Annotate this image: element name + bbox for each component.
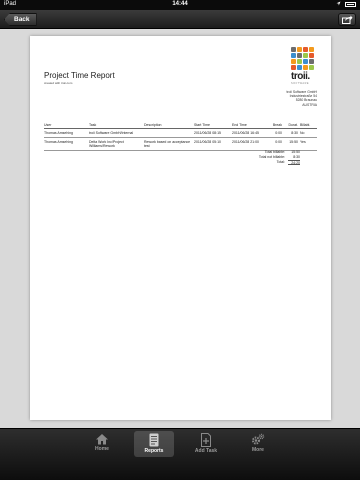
cell-user: Thomas Amsehing [44, 137, 89, 151]
report-subtitle: created with troii.com [44, 81, 73, 85]
logo-tile [291, 65, 296, 70]
cell-break: 0:00 [270, 137, 284, 151]
report-title: Project Time Report [44, 71, 115, 80]
grand-total-row: Total: 24:20 [240, 160, 300, 165]
cell-task: Delta Work Inc/Project Williams/Rework [89, 137, 144, 151]
cell-description [144, 128, 194, 138]
company-logo: troii. SOFTWARE [291, 47, 315, 85]
cell-task: troii Software GmbH/Internal [89, 128, 144, 138]
cell-description: Rework based on acceptance test [144, 137, 194, 151]
cell-break: 0:00 [270, 128, 284, 138]
cell-user: Thomas Amsehing [44, 128, 89, 138]
logo-tile [297, 59, 302, 64]
cell-billable: Yes [300, 137, 317, 151]
status-icons [336, 1, 356, 8]
clock: 14:44 [172, 1, 188, 7]
share-icon [342, 15, 353, 24]
cell-billable: No [300, 128, 317, 138]
logo-tile [309, 59, 314, 64]
cell-start: 2011/06/28 08:15 [194, 128, 232, 138]
tab-label: More [252, 447, 264, 453]
cell-start: 2011/06/28 05:10 [194, 137, 232, 151]
total-label: Total: [276, 160, 285, 164]
tab-label: Add Task [194, 448, 218, 454]
table-row: Thomas Amsehing troii Software GmbH/Inte… [44, 128, 317, 138]
cell-end: 2011/06/28 16:45 [232, 128, 270, 138]
logo-tile [291, 53, 296, 58]
tab-add-task[interactable]: Add Task [186, 431, 226, 457]
tab-reports[interactable]: Reports [134, 431, 174, 457]
table-row: Thomas Amsehing Delta Work Inc/Project W… [44, 137, 317, 151]
total-value: 24:20 [288, 160, 300, 165]
cell-end: 2011/06/28 21:00 [232, 137, 270, 151]
tab-home[interactable]: Home [82, 431, 122, 457]
logo-tile [297, 53, 302, 58]
home-icon [96, 434, 108, 445]
logo-tile [309, 65, 314, 70]
totals-block: Total billable: 15:50 Total not billable… [240, 150, 300, 165]
tab-bar: Home Reports Add Task More [0, 428, 360, 480]
logo-mosaic [291, 47, 315, 70]
share-button[interactable] [338, 13, 356, 26]
logo-tagline: SOFTWARE [291, 82, 310, 85]
navigation-bar: Back [0, 10, 360, 29]
report-page: Project Time Report created with troii.c… [30, 36, 331, 436]
logo-text: troii. [291, 71, 310, 82]
time-report-table: User Task Description Start Time End Tim… [44, 122, 317, 151]
cell-duration: 8:30 [284, 128, 300, 138]
address-line: AUSTRIA [302, 102, 317, 107]
reports-icon [149, 433, 159, 447]
logo-tile [303, 53, 308, 58]
logo-tile [297, 65, 302, 70]
status-bar: iPad 14:44 [0, 0, 360, 10]
gears-icon [252, 433, 265, 445]
logo-tile [303, 47, 308, 52]
back-button[interactable]: Back [4, 13, 37, 26]
logo-tile [309, 53, 314, 58]
add-task-icon [201, 433, 211, 447]
company-address: troii Software GmbH Industriestraße 54 5… [286, 90, 317, 107]
logo-tile [303, 59, 308, 64]
tab-label: Home [95, 446, 109, 452]
logo-tile [309, 47, 314, 52]
tab-more[interactable]: More [238, 431, 278, 457]
logo-tile [291, 47, 296, 52]
location-arrow-icon [336, 1, 341, 6]
logo-tile [291, 59, 296, 64]
cell-duration: 15:50 [284, 137, 300, 151]
tab-label: Reports [144, 448, 164, 454]
battery-icon [345, 1, 356, 7]
logo-tile [297, 47, 302, 52]
logo-tile [303, 65, 308, 70]
